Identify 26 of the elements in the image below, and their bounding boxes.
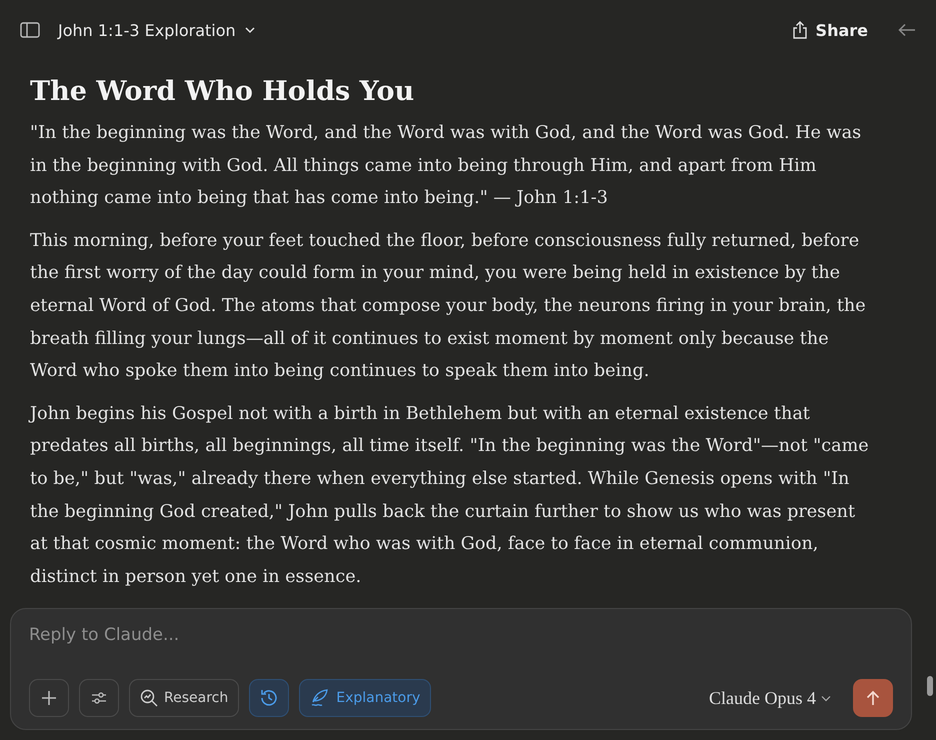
quill-icon: [310, 689, 330, 707]
scrollbar-thumb[interactable]: [927, 676, 933, 696]
settings-button[interactable]: [79, 679, 119, 717]
sidebar-icon[interactable]: [20, 22, 40, 38]
paragraph: This morning, before your feet touched the floor, before consciousness fully returned, before the first worry of the day could form in your mind, you were being held in existence by the eternal Word of God. The atoms that compose your body, the neurons firing in your brain, the breath filling your lungs—all of it continues to exist moment by moment only because the Word who spoke them into being continues to speak them into being.: [30, 230, 867, 384]
chevron-down-icon: [244, 26, 256, 34]
magnifier-icon: [140, 689, 158, 707]
chevron-down-icon: [821, 694, 831, 702]
chat-title-button[interactable]: John 1:1-3 Exploration: [58, 20, 256, 40]
paragraph: "In the beginning was the Word, and the Word was with God, and the Word was God. He was in the beginning with God. All things came into being through Him, and apart from Him nothing came into being that has come into being." — John 1:1-3: [30, 122, 862, 210]
share-button[interactable]: Share: [792, 20, 868, 40]
share-icon: [792, 21, 808, 39]
reply-input-field[interactable]: Reply to Claude...: [29, 621, 429, 649]
style-button[interactable]: Explanatory: [299, 679, 432, 717]
model-selector[interactable]: Claude Opus 4: [709, 688, 831, 708]
history-button[interactable]: [249, 679, 290, 717]
sliders-icon: [91, 691, 107, 705]
arrow-up-icon: [866, 690, 880, 706]
add-button[interactable]: [29, 679, 69, 717]
back-arrow-icon[interactable]: [898, 23, 916, 37]
research-button[interactable]: Research: [129, 679, 240, 717]
clock-icon: [259, 688, 280, 708]
article-heading: The Word Who Holds You: [30, 76, 416, 107]
plus-icon: [41, 690, 57, 706]
send-button[interactable]: [853, 679, 893, 717]
paragraph: John begins his Gospel not with a birth in Bethlehem but with an eternal existence that predates all births, all beginnings, all time itself. "In the beginning was the Word"—not "came to be," but "was," already there when everything else started. While Genesis opens with "In the beginning God created," John pulls back the curtain further to show us who was present at that cosmic moment: the Word who was with God, face to face in eternal communion, distinct in person yet one in essence.: [30, 402, 870, 589]
